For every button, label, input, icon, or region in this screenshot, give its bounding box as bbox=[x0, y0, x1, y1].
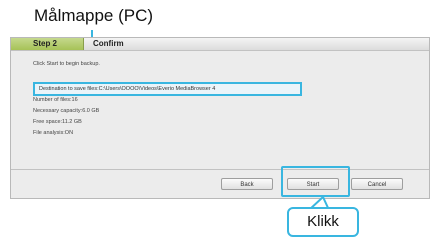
destination-text: Destination to save files:C:\Users\OOOO\… bbox=[39, 86, 216, 92]
destination-highlight: Destination to save files:C:\Users\OOOO\… bbox=[33, 82, 302, 96]
step-label: Step 2 bbox=[33, 39, 58, 48]
confirm-label: Confirm bbox=[93, 39, 124, 48]
info-line: Number of files:16 bbox=[33, 97, 78, 103]
back-button[interactable]: Back bbox=[221, 178, 273, 190]
info-line: Free space:11.2 GB bbox=[33, 119, 82, 125]
cancel-button[interactable]: Cancel bbox=[351, 178, 403, 190]
target-folder-annotation: Målmappe (PC) bbox=[34, 6, 154, 25]
info-line: File analysis:ON bbox=[33, 130, 74, 136]
backup-dialog: Step 2 Confirm Click Start to begin back… bbox=[10, 37, 430, 199]
instruction-text: Click Start to begin backup. bbox=[33, 61, 100, 67]
dialog-header: Step 2 Confirm bbox=[11, 38, 429, 51]
footer-divider bbox=[11, 169, 429, 170]
info-line: Necessary capacity:6.0 GB bbox=[33, 108, 100, 114]
click-callout: Klikk bbox=[287, 207, 359, 237]
start-button-highlight bbox=[281, 166, 350, 197]
